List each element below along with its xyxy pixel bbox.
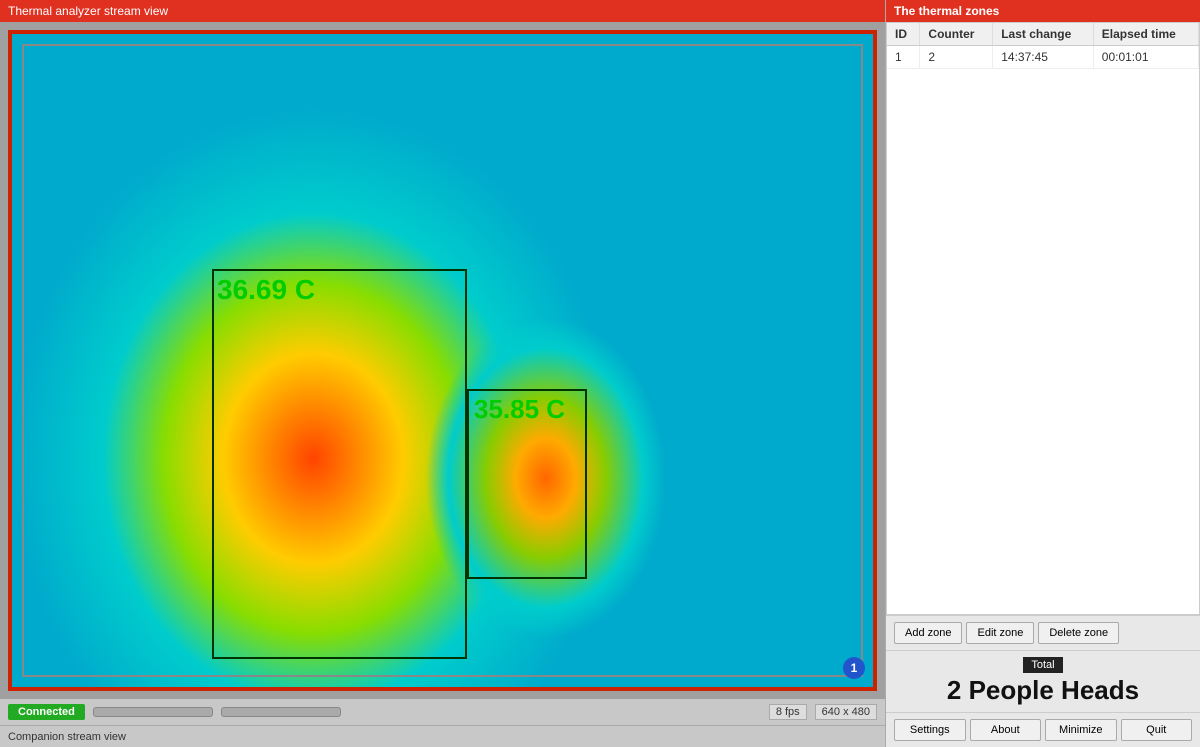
quit-button[interactable]: Quit [1121, 719, 1193, 741]
zone-buttons: Add zone Edit zone Delete zone [886, 615, 1200, 650]
stream-title: Thermal analyzer stream view [8, 4, 168, 18]
add-zone-button[interactable]: Add zone [894, 622, 962, 644]
th-last-change: Last change [993, 23, 1094, 46]
left-panel: Thermal analyzer stream view 36.69 C 35.… [0, 0, 885, 747]
table-row[interactable]: 1214:37:4500:01:01 [887, 46, 1199, 69]
bottom-buttons: Settings About Minimize Quit [886, 712, 1200, 747]
temp-label-2: 35.85 C [474, 394, 565, 425]
td-last_change: 14:37:45 [993, 46, 1094, 69]
td-counter: 2 [920, 46, 993, 69]
scrollbar-1[interactable] [93, 707, 213, 717]
zones-tbody: 1214:37:4500:01:01 [887, 46, 1199, 69]
zones-table: ID Counter Last change Elapsed time 1214… [887, 23, 1199, 69]
zones-title: The thermal zones [886, 0, 1200, 22]
right-panel: The thermal zones ID Counter Last change… [885, 0, 1200, 747]
td-elapsed_time: 00:01:01 [1093, 46, 1198, 69]
table-header-row: ID Counter Last change Elapsed time [887, 23, 1199, 46]
counter-badge: 1 [843, 657, 865, 679]
th-id: ID [887, 23, 920, 46]
total-section: Total 2 People Heads [886, 650, 1200, 712]
connected-badge: Connected [8, 704, 85, 720]
thermal-view-container: 36.69 C 35.85 C 1 [0, 22, 885, 699]
delete-zone-button[interactable]: Delete zone [1038, 622, 1119, 644]
detection-box-1 [212, 269, 467, 659]
status-bar: Connected 8 fps 640 x 480 [0, 699, 885, 725]
scrollbar-2[interactable] [221, 707, 341, 717]
minimize-button[interactable]: Minimize [1045, 719, 1117, 741]
stream-title-bar: Thermal analyzer stream view [0, 0, 885, 22]
total-count: 2 People Heads [894, 675, 1192, 706]
total-label-badge: Total [1023, 657, 1062, 673]
settings-button[interactable]: Settings [894, 719, 966, 741]
resolution-label: 640 x 480 [815, 704, 877, 720]
companion-bar: Companion stream view [0, 725, 885, 747]
th-elapsed-time: Elapsed time [1093, 23, 1198, 46]
companion-title: Companion stream view [8, 731, 126, 743]
zones-table-container: ID Counter Last change Elapsed time 1214… [886, 22, 1200, 615]
thermal-canvas: 36.69 C 35.85 C 1 [8, 30, 877, 691]
about-button[interactable]: About [970, 719, 1042, 741]
edit-zone-button[interactable]: Edit zone [966, 622, 1034, 644]
th-counter: Counter [920, 23, 993, 46]
td-id: 1 [887, 46, 920, 69]
fps-label: 8 fps [769, 704, 807, 720]
temp-label-1: 36.69 C [217, 274, 315, 306]
